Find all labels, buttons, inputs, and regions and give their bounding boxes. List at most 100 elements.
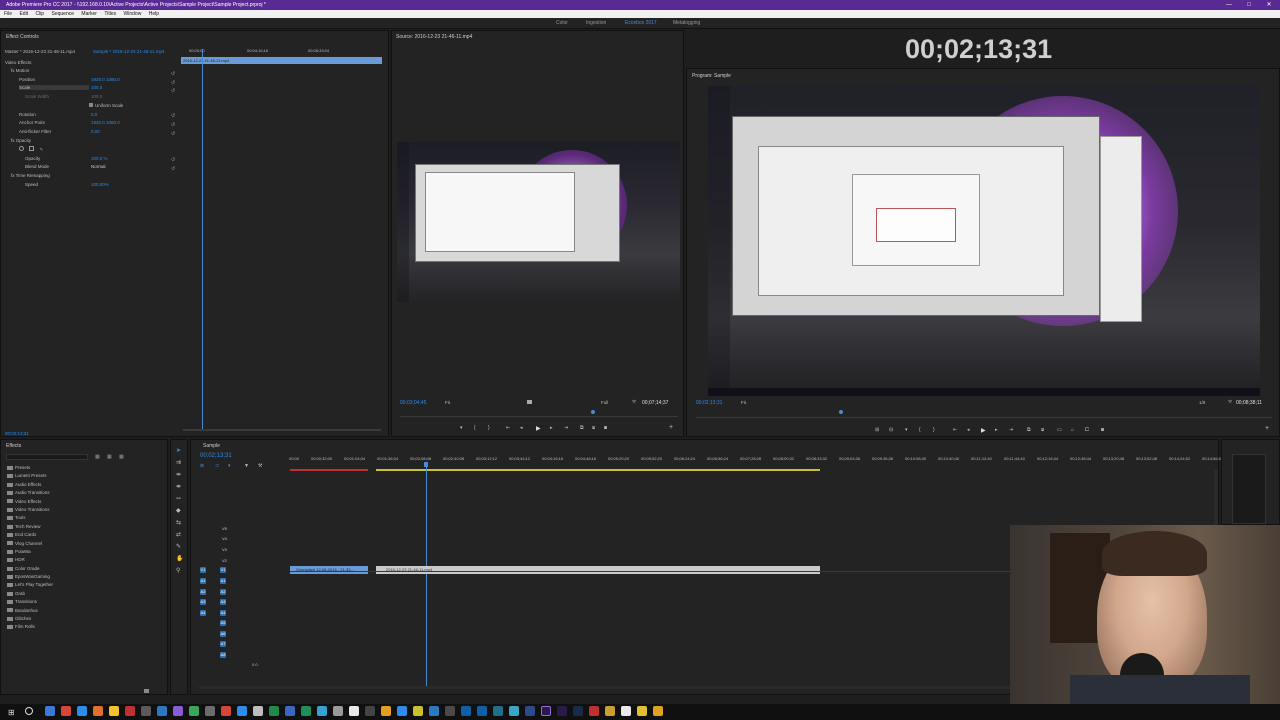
reset-icon[interactable]: ↺ [171,166,175,172]
uniform-scale-checkbox[interactable]: Uniform Scale [89,103,123,108]
accelerated-effects-icon[interactable]: ▦ [95,454,100,460]
add-button-icon[interactable]: + [1265,425,1269,432]
menu-titles[interactable]: Titles [104,11,116,17]
linked-selection-icon[interactable]: ⊃ [215,463,219,469]
effect-controls-tab[interactable]: Effect Controls [6,34,39,40]
taskbar-app-icon[interactable] [573,706,583,716]
taskbar-app-icon[interactable] [429,706,439,716]
property-time-remapping[interactable]: fx Time Remapping [11,173,50,178]
taskbar-app-icon[interactable] [125,706,135,716]
track-label-v5[interactable]: V5 [222,526,227,531]
folder-item[interactable]: Bandanhus [7,608,53,616]
sequence-clip-label[interactable]: Sample * 2016-12-23 21-46-11.mp4 [93,49,164,54]
folder-item[interactable]: Tools [7,515,53,523]
pen-mask-icon[interactable]: ✎ [40,147,44,153]
rectangle-mask-icon[interactable] [29,146,35,151]
lift-edit-icon[interactable]: ⧉ [1027,427,1031,433]
source-patch-a1[interactable]: A1 [200,578,206,584]
source-patch-a3[interactable]: A3 [200,599,206,605]
folder-item[interactable]: Video Transitions [7,507,53,515]
ripple-edit-tool-icon[interactable]: ⇹ [176,471,181,478]
source-patch-a2[interactable]: A2 [200,589,206,595]
folder-item[interactable]: Lumetri Presets [7,473,53,481]
source-resolution-select[interactable]: Full [601,400,608,405]
program-scrub-bar[interactable] [696,417,1272,418]
selection-tool-icon[interactable]: ➤ [176,447,181,454]
track-label-v4[interactable]: V4 [222,536,227,541]
taskbar-app-icon[interactable] [269,706,279,716]
source-fit-select[interactable]: Fit [445,400,450,405]
reset-icon[interactable]: ↺ [171,71,175,77]
source-monitor-title[interactable]: Source: 2016-12-23 21-46-11.mp4 [396,34,472,40]
timeline-zoom-value[interactable]: 0.0 [252,662,258,667]
track-label-a5[interactable]: A5 [220,620,226,626]
taskbar-app-icon[interactable] [221,706,231,716]
taskbar-app-icon[interactable] [413,706,423,716]
taskbar-app-icon[interactable] [141,706,151,716]
blend-mode-select[interactable]: Normal [91,164,106,169]
marker-icon[interactable]: ▾ [460,425,463,431]
timeline-playhead-line[interactable] [426,466,427,686]
workspace-tab-ingestion[interactable]: Ingestion [586,20,606,26]
speed-value[interactable]: 100.00% [91,182,109,187]
folder-item[interactable]: Audio Effects [7,482,53,490]
go-to-out-icon[interactable]: ⇥ [1009,427,1013,433]
taskbar-app-icon[interactable] [45,706,55,716]
minimize-button[interactable]: — [1222,0,1236,10]
timeline-timecode[interactable]: 00;02;13;31 [200,453,232,459]
folder-item[interactable]: Film Rolls [7,624,53,632]
slip-tool-icon[interactable]: ⇆ [176,519,181,526]
taskbar-app-icon[interactable] [621,706,631,716]
property-speed[interactable]: Speed [25,182,38,187]
folder-item[interactable]: Grab [7,591,53,599]
mark-in-icon[interactable]: { [919,427,921,433]
after-effects-taskbar-icon[interactable] [557,706,567,716]
reset-icon[interactable]: ↺ [171,88,175,94]
track-label-a2[interactable]: A2 [220,589,226,595]
overwrite-icon[interactable]: ⧈ [592,425,595,431]
program-monitor-title[interactable]: Program: Sample [692,73,731,79]
taskbar-app-icon[interactable] [253,706,263,716]
taskbar-app-icon[interactable] [637,706,647,716]
taskbar-app-icon[interactable] [285,706,295,716]
taskbar-app-icon[interactable] [397,706,407,716]
property-opacity[interactable]: Opacity [25,156,40,161]
taskbar-app-icon[interactable] [493,706,503,716]
taskbar-app-icon[interactable] [589,706,599,716]
taskbar-app-icon[interactable] [189,706,199,716]
premiere-pro-taskbar-icon[interactable] [541,706,551,716]
hand-tool-icon[interactable]: ✋ [176,555,183,562]
position-value[interactable]: 1920.0 1080.0 [91,77,120,82]
track-label-a7[interactable]: A7 [220,641,226,647]
yuv-effects-icon[interactable]: ▦ [119,454,124,460]
go-to-in-icon[interactable]: ⇤ [506,425,510,431]
rotation-value[interactable]: 0.0 [91,112,97,117]
reset-icon[interactable]: ↺ [171,157,175,163]
folder-item[interactable]: Transitions [7,599,53,607]
insert-icon[interactable]: ⧉ [580,425,584,431]
folder-item[interactable]: Tech Review [7,524,53,532]
master-clip-label[interactable]: Master * 2016-12-23 21-46-11.mp4 [5,49,75,54]
taskbar-app-icon[interactable] [445,706,455,716]
zoom-tool-icon[interactable]: ⚲ [176,567,180,574]
reset-icon[interactable]: ↺ [171,80,175,86]
taskbar-app-icon[interactable] [109,706,119,716]
menu-clip[interactable]: Clip [35,11,44,17]
workspace-tab-ecoxbox[interactable]: Ecoxbox 2017 [625,20,657,26]
track-label-a1[interactable]: A1 [220,578,226,584]
extract-icon[interactable]: ⊟ [889,427,893,433]
taskbar-app-icon[interactable] [157,706,167,716]
marker-icon[interactable]: ▾ [905,427,908,433]
slide-tool-icon[interactable]: ⇄ [176,531,181,538]
effects-panel-title[interactable]: Effects [6,443,21,449]
taskbar-app-icon[interactable] [317,706,327,716]
track-label-v2[interactable]: V2 [222,558,227,563]
source-video-frame[interactable] [397,142,680,302]
program-playhead-timecode[interactable]: 00;02;13;31 [696,400,722,406]
taskbar-app-icon[interactable] [653,706,663,716]
step-back-icon[interactable]: ◂ [520,425,523,431]
folder-item[interactable]: Color Grade [7,566,53,574]
folder-item[interactable]: End Cards [7,532,53,540]
effect-controls-timecode[interactable]: 00;02;13;31 [5,431,29,436]
clip-bar[interactable]: 2016-12-23 21-46-11.mp4 [181,57,382,64]
